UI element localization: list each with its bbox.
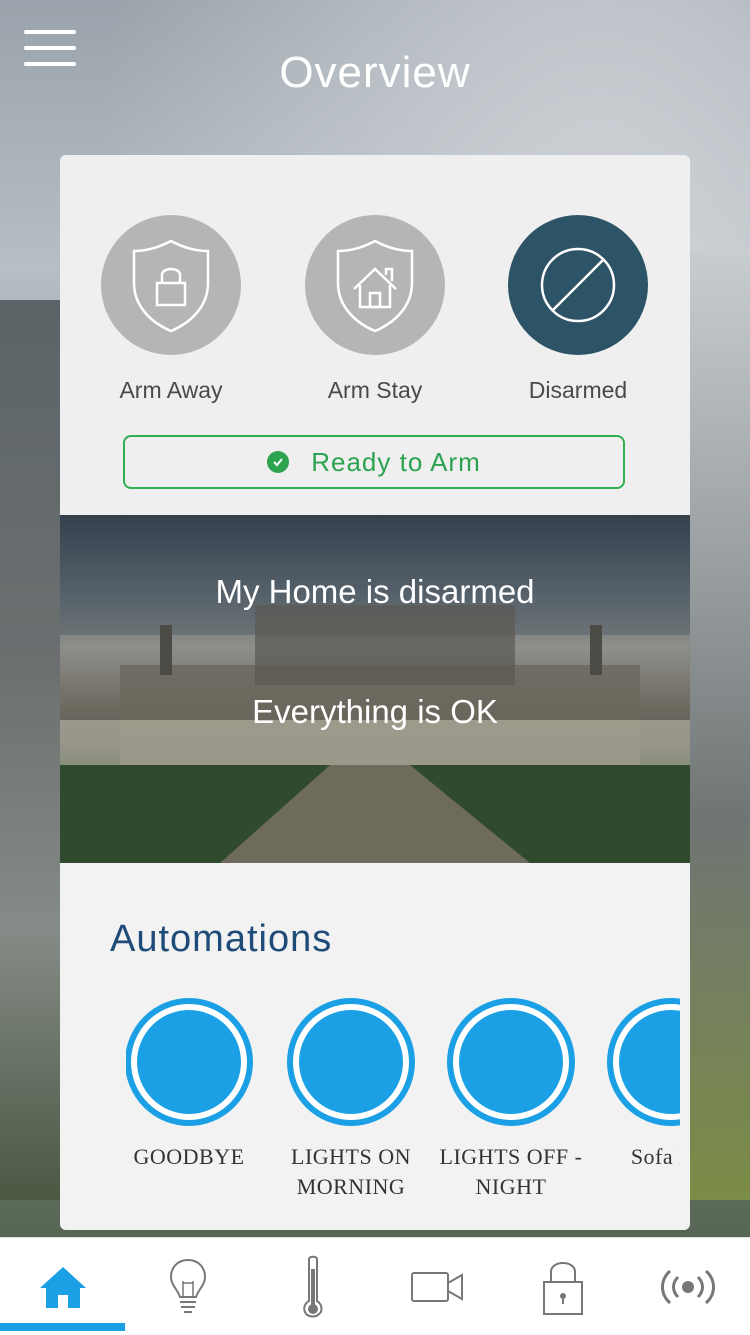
automation-goodbye[interactable]: GOODBYE: [126, 998, 264, 1172]
shield-home-icon: [305, 215, 445, 355]
automations-list[interactable]: GOODBYE LIGHTS ON MORNING LIGHTS OFF - N…: [126, 998, 680, 1213]
background-photo-right: [690, 250, 750, 1200]
tab-lights[interactable]: [125, 1238, 250, 1335]
disarmed-slash-icon: [508, 215, 648, 355]
background-photo-left: [0, 300, 60, 1200]
automation-label: GOODBYE: [133, 1144, 245, 1169]
video-camera-icon: [410, 1271, 463, 1302]
automation-lights-off-night[interactable]: LIGHTS OFF - NIGHT: [436, 998, 586, 1202]
page-title: Overview: [279, 48, 471, 97]
disarmed-label: Disarmed: [528, 377, 628, 403]
automation-icon: [126, 998, 253, 1126]
active-tab-indicator: [0, 1323, 125, 1331]
automation-icon: [607, 998, 680, 1126]
arm-stay-button[interactable]: Arm Stay: [305, 215, 445, 404]
automations-title: Automations: [110, 918, 333, 960]
shield-lock-icon: [101, 215, 241, 355]
ready-to-arm-label: Ready to Arm: [311, 446, 481, 477]
home-disarmed-text: My Home is disarmed: [215, 573, 535, 610]
disarmed-button[interactable]: Disarmed: [508, 215, 648, 404]
ready-to-arm-status: Ready to Arm: [123, 435, 625, 489]
castle-photo: [60, 515, 690, 863]
padlock-icon: [542, 1261, 583, 1315]
automation-icon: [287, 998, 415, 1126]
automation-lights-on-morning[interactable]: LIGHTS ON MORNING: [276, 998, 426, 1202]
lightbulb-icon: [169, 1258, 206, 1313]
home-status-banner: My Home is disarmed Everything is OK: [60, 515, 690, 863]
everything-ok-text: Everything is OK: [252, 693, 498, 730]
arm-stay-label: Arm Stay: [327, 377, 423, 403]
wireless-signal-icon: [660, 1269, 715, 1304]
home-icon: [39, 1266, 86, 1308]
automation-label: LIGHTS ON MORNING: [291, 1144, 411, 1199]
arm-away-label: Arm Away: [119, 377, 223, 403]
automation-label: LIGHTS OFF - NIGHT: [439, 1144, 583, 1199]
check-circle-icon: [267, 451, 290, 473]
tab-home[interactable]: [0, 1238, 125, 1335]
bottom-tab-bar: [0, 1237, 750, 1335]
tab-climate[interactable]: [250, 1238, 375, 1335]
automations-card: Automations GOODBYE LIGHTS ON MORNING LI…: [60, 863, 690, 1230]
security-card: Arm Away Arm Stay Disarmed Ready to Arm: [60, 155, 690, 515]
thermometer-icon: [302, 1255, 322, 1317]
arm-away-button[interactable]: Arm Away: [101, 215, 241, 404]
automation-icon: [447, 998, 575, 1126]
tab-locks[interactable]: [500, 1238, 625, 1335]
tab-video[interactable]: [375, 1238, 500, 1335]
automation-label: Sofa Lar: [630, 1144, 680, 1169]
tab-system[interactable]: [625, 1238, 750, 1335]
automation-sofa-lamp[interactable]: Sofa Lar: [596, 998, 680, 1172]
